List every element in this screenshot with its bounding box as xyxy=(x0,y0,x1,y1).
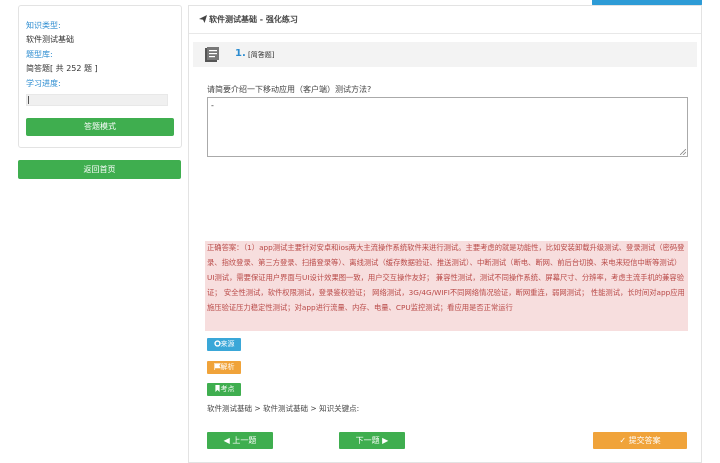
progress-bar xyxy=(26,94,168,106)
breadcrumb-text: 软件测试基础 - 强化练习 xyxy=(209,15,298,24)
previous-button-label: 上一题 xyxy=(232,436,257,445)
submit-button-label: 提交答案 xyxy=(628,436,661,445)
keypoint-tag[interactable]: 考点 xyxy=(207,383,241,396)
gear-icon xyxy=(213,340,221,347)
breadcrumb-divider xyxy=(189,33,701,34)
progress-marker xyxy=(28,96,29,104)
document-icon xyxy=(205,47,219,62)
question-number: 1. xyxy=(235,48,246,59)
question-header: 1. [简答题] xyxy=(193,42,697,67)
bookmark-icon xyxy=(214,385,220,392)
knowledge-type-value: 软件测试基础 xyxy=(26,35,74,44)
source-tag-label: 来源 xyxy=(220,340,235,348)
progress-label: 学习进度: xyxy=(26,79,61,88)
question-bank-value: 简答题[ 共 252 题 ] xyxy=(26,64,98,73)
next-button-label: 下一题 xyxy=(355,436,380,445)
question-text: 请简要介绍一下移动应用（客户端）测试方法? xyxy=(207,85,372,94)
chevron-right-icon: ▶ xyxy=(379,436,389,445)
question-type: [简答题] xyxy=(248,51,275,59)
answer-textarea[interactable]: - xyxy=(207,97,688,157)
return-home-button[interactable]: 返回首页 xyxy=(18,160,181,179)
next-question-button[interactable]: 下一题 ▶ xyxy=(339,432,405,449)
answer-mode-button[interactable]: 答题模式 xyxy=(26,118,174,136)
keypoint-tag-label: 考点 xyxy=(220,385,235,393)
analysis-tag-label: 解析 xyxy=(220,363,235,371)
paper-plane-icon xyxy=(199,15,207,23)
flag-icon xyxy=(213,363,221,370)
answer-value: - xyxy=(211,101,214,110)
analysis-tag[interactable]: 解析 xyxy=(207,361,241,374)
previous-question-button[interactable]: ◀ 上一题 xyxy=(207,432,273,449)
breadcrumb: 软件测试基础 - 强化练习 xyxy=(199,14,298,25)
question-bank-label: 题型库: xyxy=(26,50,53,59)
correct-answer: 正确答案：（1）app测试主要针对安卓和ios两大主流操作系统软件来进行测试。主… xyxy=(205,241,688,331)
sidebar-panel: 知识类型: 软件测试基础 题型库: 简答题[ 共 252 题 ] 学习进度: 答… xyxy=(18,5,182,148)
knowledge-path: 软件测试基础 > 软件测试基础 > 知识关键点: xyxy=(207,404,360,413)
source-tag[interactable]: 来源 xyxy=(207,338,241,351)
resize-handle-icon[interactable] xyxy=(680,149,686,155)
main-panel: 软件测试基础 - 强化练习 1. [简答题] 请简要介绍一下移动应用（客户端）测… xyxy=(188,5,702,463)
submit-answer-button[interactable]: ✓ 提交答案 xyxy=(593,432,687,449)
knowledge-type-label: 知识类型: xyxy=(26,21,61,30)
check-circle-icon: ✓ xyxy=(619,436,629,445)
